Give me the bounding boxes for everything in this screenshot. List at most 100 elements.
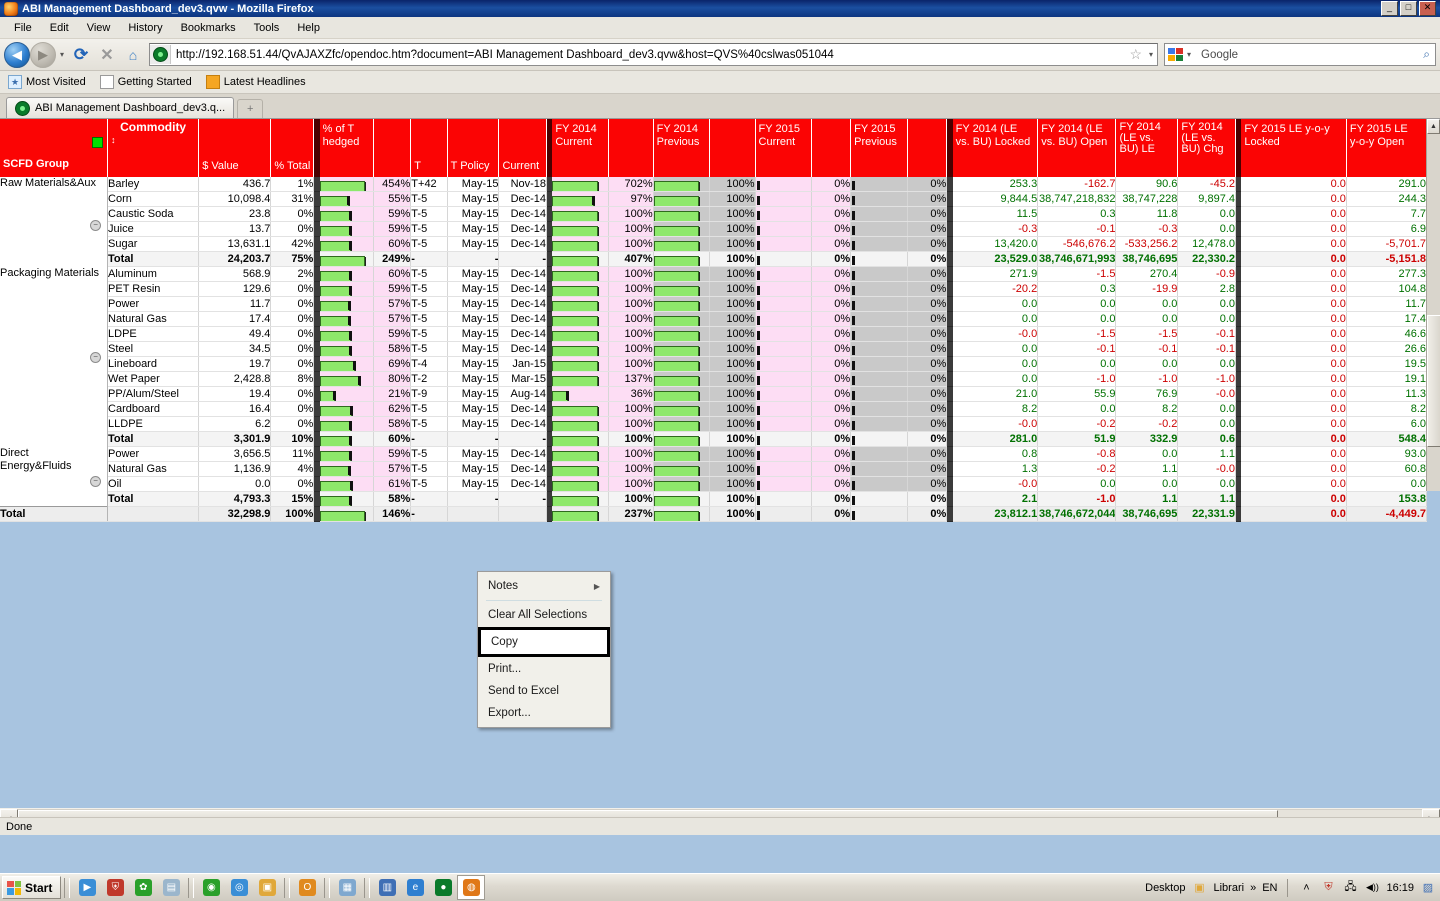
cell-fy2014-open[interactable]: -0.1 [1037,341,1117,357]
cell-fy2015-open[interactable]: 104.8 [1346,281,1428,297]
cell-fy2014-previous-pct[interactable]: 100% [709,177,756,192]
cell-fy2014-chg[interactable]: -0.1 [1177,326,1236,342]
cell-pct-total[interactable]: 10% [270,431,315,447]
cell-fy2014-previous-pct[interactable]: 100% [709,506,756,522]
cell-t[interactable]: - [410,251,448,267]
cell-commodity[interactable]: Total [107,431,200,447]
cell-fy2015-previous-pct[interactable]: 0% [907,221,948,237]
header-fy2014-le-bu-chg[interactable]: FY 2014 (LE vs. BU) Chg [1177,119,1236,177]
cell-fy2015-current-pct[interactable]: 0% [811,281,852,297]
header-scfd-group[interactable]: SCFD Group [0,119,109,177]
cell-fy2015-locked[interactable]: 0.0 [1241,371,1347,387]
cell-fy2014-open[interactable]: -1.5 [1037,326,1117,342]
cell-t-policy[interactable]: May-15 [447,236,500,252]
cell-fy2015-open[interactable]: 6.9 [1346,221,1428,237]
cell-fy2014-previous-pct[interactable]: 100% [709,416,756,432]
start-button[interactable]: Start [2,876,62,899]
search-bar[interactable]: ▾ Google ⌕ [1164,43,1436,66]
cell-hedged-pct[interactable]: 57% [373,311,412,327]
cell-dollar-value[interactable]: 19.4 [198,386,272,402]
cell-hedged-pct[interactable]: 59% [373,221,412,237]
cell-fy2015-previous-pct[interactable]: 0% [907,266,948,282]
cell-fy2015-current-pct[interactable]: 0% [811,296,852,312]
cell-fy2015-current-pct[interactable]: 0% [811,341,852,357]
cell-fy2014-previous-pct[interactable]: 100% [709,356,756,372]
cell-commodity[interactable]: LLDPE [107,416,200,432]
cell-fy2015-locked[interactable]: 0.0 [1241,431,1347,447]
taskbar-internet-explorer-icon[interactable]: e [401,875,429,900]
taskbar-flower-app-icon[interactable]: ✿ [129,875,157,900]
cell-fy2015-open[interactable]: 26.6 [1346,341,1428,357]
cell-t[interactable]: T-5 [410,236,448,252]
menu-item-copy[interactable]: Copy [478,627,610,657]
header-fy2014-current[interactable]: FY 2014 Current [552,119,609,177]
cell-fy2015-locked[interactable]: 0.0 [1241,341,1347,357]
cell-dollar-value[interactable]: 11.7 [198,296,272,312]
cell-current[interactable]: Dec-14 [498,341,548,357]
cell-pct-total[interactable]: 0% [270,221,315,237]
cell-fy2015-current-pct[interactable]: 0% [811,311,852,327]
cell-fy2014-le[interactable]: 76.9 [1115,386,1179,402]
collapse-icon[interactable]: − [90,475,102,487]
cell-hedged-pct[interactable]: 59% [373,326,412,342]
cell-current[interactable]: Dec-14 [498,281,548,297]
cell-dollar-value[interactable]: 32,298.9 [198,506,272,522]
cell-fy2015-open[interactable]: 60.8 [1346,461,1428,477]
cell-commodity[interactable]: Corn [107,191,200,207]
cell-fy2014-locked[interactable]: -0.0 [952,326,1039,342]
bookmark-star-icon[interactable]: ☆ [1126,46,1145,63]
cell-fy2014-chg[interactable]: 0.0 [1177,416,1236,432]
cell-pct-total[interactable]: 15% [270,491,315,507]
cell-fy2014-locked[interactable]: 11.5 [952,206,1039,222]
cell-pct-total[interactable]: 8% [270,371,315,387]
cell-fy2015-open[interactable]: 11.7 [1346,296,1428,312]
home-icon[interactable]: ⌂ [120,42,146,68]
cell-fy2015-open[interactable]: 17.4 [1346,311,1428,327]
cell-pct-total[interactable]: 100% [270,506,315,522]
cell-fy2015-locked[interactable]: 0.0 [1241,281,1347,297]
cell-fy2015-previous-pct[interactable]: 0% [907,401,948,417]
header-fy2014-le-bu-locked[interactable]: FY 2014 (LE vs. BU) Locked [952,119,1039,177]
cell-fy2014-open[interactable]: 38,746,671,993 [1037,251,1117,267]
cell-fy2014-locked[interactable]: 271.9 [952,266,1039,282]
cell-dollar-value[interactable]: 49.4 [198,326,272,342]
cell-fy2015-locked[interactable]: 0.0 [1241,221,1347,237]
cell-fy2015-open[interactable]: 6.0 [1346,416,1428,432]
cell-hedged-pct[interactable]: 61% [373,476,412,492]
cell-dollar-value[interactable]: 129.6 [198,281,272,297]
maximize-button[interactable]: □ [1400,1,1417,16]
cell-fy2014-chg[interactable]: 0.0 [1177,356,1236,372]
cell-fy2014-chg[interactable]: -0.9 [1177,266,1236,282]
cell-fy2014-previous-pct[interactable]: 100% [709,431,756,447]
cell-fy2015-open[interactable]: 11.3 [1346,386,1428,402]
cell-fy2014-chg[interactable]: 0.0 [1177,206,1236,222]
cell-fy2014-locked[interactable]: -0.0 [952,416,1039,432]
cell-fy2014-current-pct[interactable]: 36% [608,386,654,402]
table-grand-total-row[interactable]: Total 32,298.9 100% 146% -237% 100% 0% 0% 23,812… [0,506,1428,522]
cell-t-policy[interactable]: May-15 [447,371,500,387]
cell-dollar-value[interactable]: 4,793.3 [198,491,272,507]
cell-pct-total[interactable]: 0% [270,476,315,492]
cell-fy2014-open[interactable]: -0.2 [1037,416,1117,432]
cell-fy2015-open[interactable]: 8.2 [1346,401,1428,417]
collapse-icon[interactable]: − [90,220,102,231]
cell-fy2014-current-pct[interactable]: 97% [608,191,654,207]
cell-dollar-value[interactable]: 24,203.7 [198,251,272,267]
cell-t-policy[interactable]: May-15 [447,221,500,237]
table-row[interactable]: Corn 10,098.4 31% 55% T-5 May-15 Dec-14 97% 100%… [0,191,1428,207]
cell-commodity[interactable] [107,506,200,522]
cell-hedged-pct[interactable]: 60% [373,431,412,447]
cell-t-policy[interactable]: May-15 [447,296,500,312]
cell-current[interactable]: Nov-18 [498,177,548,192]
cell-dollar-value[interactable]: 2,428.8 [198,371,272,387]
menu-tools[interactable]: Tools [246,20,288,36]
close-button[interactable]: ✕ [1419,1,1436,16]
table-row[interactable]: Power 11.7 0% 57% T-5 May-15 Dec-14 100% 100% 0% 0… [0,296,1428,312]
cell-fy2014-current-pct[interactable]: 702% [608,177,654,192]
cell-t-policy[interactable]: May-15 [447,356,500,372]
cell-commodity[interactable]: Aluminum [107,266,200,282]
cell-pct-total[interactable]: 0% [270,281,315,297]
cell-fy2015-locked[interactable]: 0.0 [1241,386,1347,402]
cell-fy2015-open[interactable]: 277.3 [1346,266,1428,282]
cell-t[interactable]: T-5 [410,266,448,282]
